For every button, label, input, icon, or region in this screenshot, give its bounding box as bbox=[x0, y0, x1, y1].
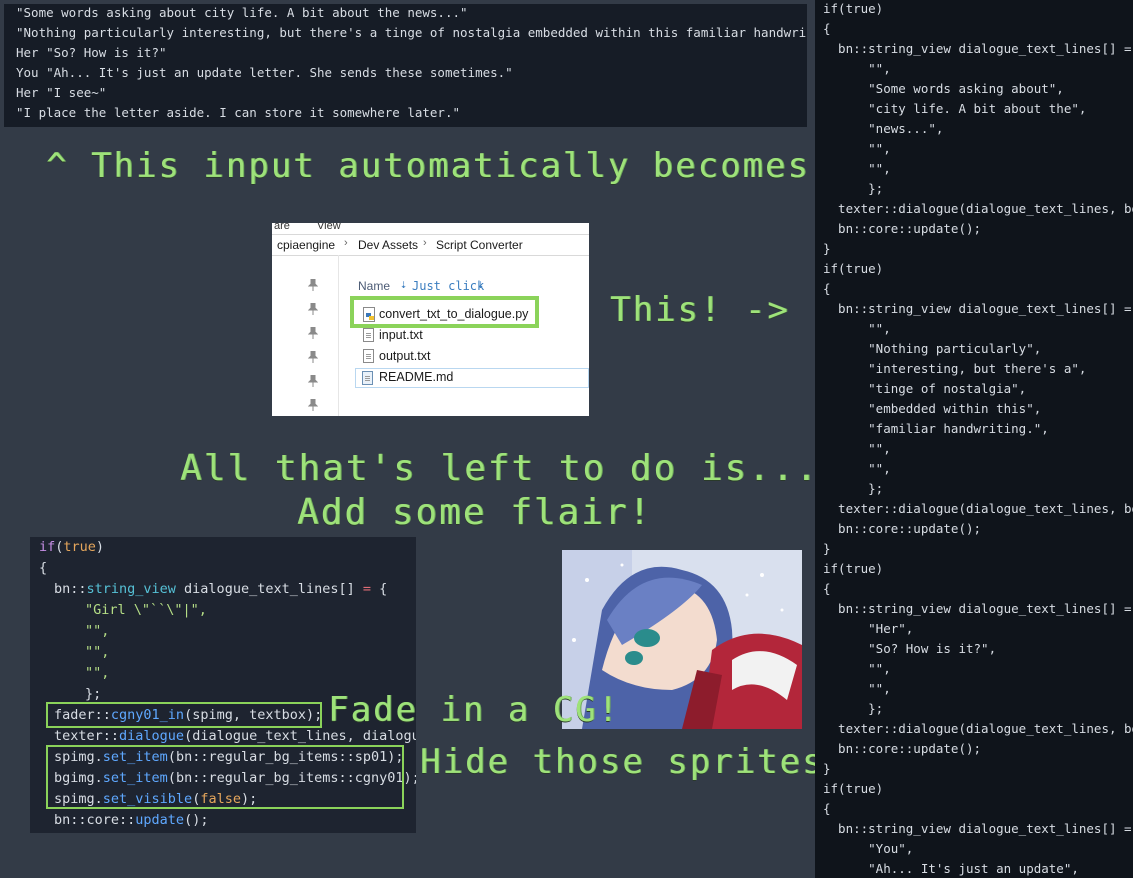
code-line: "", bbox=[85, 665, 110, 681]
generated-code-line: { bbox=[823, 281, 831, 296]
caption-all-thats-left: All that's left to do is... bbox=[180, 448, 820, 489]
generated-code-line: } bbox=[823, 241, 831, 256]
generated-code-line: bn::string_view dialogue_text_lines[] = … bbox=[823, 41, 1133, 56]
generated-code-line: texter::dialogue(dialogue_text_lines, bg… bbox=[823, 721, 1133, 736]
generated-code-line: "embedded within this", bbox=[823, 401, 1042, 416]
generated-code-line: "interesting, but there's a", bbox=[823, 361, 1087, 376]
generated-code-line: if(true) bbox=[823, 561, 884, 576]
column-header-name[interactable]: Name bbox=[358, 279, 390, 293]
generated-code-line: "You", bbox=[823, 841, 914, 856]
highlight-convert-script bbox=[350, 296, 539, 328]
generated-code-line: bn::string_view dialogue_text_lines[] = … bbox=[823, 601, 1133, 616]
generated-code-line: "news...", bbox=[823, 121, 944, 136]
chevron-right-icon: › bbox=[423, 237, 427, 249]
breadcrumb-script-converter[interactable]: Script Converter bbox=[436, 238, 523, 252]
file-name: input.txt bbox=[379, 328, 423, 342]
generated-code-line: texter::dialogue(dialogue_text_lines, bg… bbox=[823, 501, 1133, 516]
input-line: "Nothing particularly interesting, but t… bbox=[16, 25, 807, 40]
file-readme-md[interactable]: README.md bbox=[355, 368, 589, 388]
generated-code-line: "city life. A bit about the", bbox=[823, 101, 1087, 116]
generated-code-line: "Nothing particularly", bbox=[823, 341, 1042, 356]
generated-code-line: "", bbox=[823, 61, 891, 76]
generated-code-line: bn::core::update(); bbox=[823, 741, 982, 756]
generated-code-line: { bbox=[823, 21, 831, 36]
file-output-txt[interactable]: output.txt bbox=[361, 347, 589, 367]
generated-code-line: { bbox=[823, 581, 831, 596]
code-line: "", bbox=[85, 623, 110, 639]
generated-code-panel: if(true){ bn::string_view dialogue_text_… bbox=[815, 0, 1133, 878]
caption-fade-cg: Fade in a CG! bbox=[328, 690, 621, 730]
generated-code-line: if(true) bbox=[823, 1, 884, 16]
code-line: "", bbox=[85, 644, 110, 660]
pin-icon[interactable] bbox=[308, 279, 318, 291]
generated-code-line: "", bbox=[823, 441, 891, 456]
code-line: "Girl \"``\"|", bbox=[85, 602, 207, 618]
file-name: output.txt bbox=[379, 349, 431, 363]
input-line: You "Ah... It's just an update letter. S… bbox=[16, 65, 513, 80]
generated-code-line: "Her", bbox=[823, 621, 914, 636]
input-text-box: "Some words asking about city life. A bi… bbox=[4, 4, 807, 127]
caption-hide-sprites: Hide those sprites! bbox=[420, 742, 847, 782]
highlight-sprite-lines bbox=[46, 745, 404, 809]
generated-code-line: "Ah... It's just an update", bbox=[823, 861, 1079, 876]
generated-code-line: } bbox=[823, 761, 831, 776]
pin-icon[interactable] bbox=[308, 327, 318, 339]
generated-code-line: if(true) bbox=[823, 781, 884, 796]
navigation-pane bbox=[272, 255, 339, 416]
input-line: "Some words asking about city life. A bi… bbox=[16, 5, 468, 20]
pin-icon[interactable] bbox=[308, 399, 318, 411]
annotation-arrow-right: ⇣ bbox=[477, 277, 485, 291]
file-input-txt[interactable]: input.txt bbox=[361, 326, 589, 346]
file-name: README.md bbox=[379, 370, 454, 384]
caption-this-arrow: This! -> bbox=[610, 290, 790, 330]
generated-code-line: texter::dialogue(dialogue_text_lines, bg… bbox=[823, 201, 1133, 216]
generated-code-line: } bbox=[823, 541, 831, 556]
address-bar[interactable]: cpiaengine › Dev Assets › Script Convert… bbox=[272, 234, 589, 256]
menu-item-view[interactable]: View bbox=[317, 223, 341, 234]
generated-code-line: "", bbox=[823, 461, 891, 476]
menu-item-share[interactable]: are bbox=[274, 223, 290, 234]
generated-code-line: if(true) bbox=[823, 261, 884, 276]
generated-code-line: "", bbox=[823, 661, 891, 676]
annotation-just-click: Just click bbox=[412, 279, 485, 293]
generated-code-line: "", bbox=[823, 321, 891, 336]
generated-code-line: bn::core::update(); bbox=[823, 221, 982, 236]
code-line: { bbox=[39, 560, 48, 576]
generated-code-line: }; bbox=[823, 481, 884, 496]
generated-code-line: "", bbox=[823, 161, 891, 176]
pin-icon[interactable] bbox=[308, 351, 318, 363]
generated-code-line: { bbox=[823, 801, 831, 816]
generated-code-line: bn::string_view dialogue_text_lines[] = … bbox=[823, 821, 1133, 836]
pin-icon[interactable] bbox=[308, 303, 318, 315]
caption-becomes: ^ This input automatically becomes... bbox=[46, 146, 878, 186]
generated-code-line: "tinge of nostalgia", bbox=[823, 381, 1027, 396]
generated-code-line: }; bbox=[823, 701, 884, 716]
code-line: if(true) bbox=[39, 539, 105, 555]
pin-icon[interactable] bbox=[308, 375, 318, 387]
breadcrumb-cpiaengine[interactable]: cpiaengine bbox=[277, 238, 335, 252]
generated-code-line: bn::core::update(); bbox=[823, 521, 982, 536]
code-line: bn::string_view dialogue_text_lines[] = … bbox=[54, 581, 388, 597]
text-file-icon bbox=[363, 349, 374, 363]
breadcrumb-dev-assets[interactable]: Dev Assets bbox=[358, 238, 418, 252]
generated-code-line: "So? How is it?", bbox=[823, 641, 997, 656]
annotation-arrow-left: ⇣ bbox=[400, 277, 408, 291]
generated-code-line: "Some words asking about", bbox=[823, 81, 1064, 96]
generated-code-line: "", bbox=[823, 681, 891, 696]
caption-add-flair: Add some flair! bbox=[297, 492, 653, 533]
input-line: Her "I see~" bbox=[16, 85, 107, 100]
generated-code-line: "familiar handwriting.", bbox=[823, 421, 1049, 436]
markdown-file-icon bbox=[362, 371, 373, 385]
chevron-right-icon: › bbox=[344, 237, 348, 249]
generated-code-line: "", bbox=[823, 141, 891, 156]
input-line: Her "So? How is it?" bbox=[16, 45, 167, 60]
generated-code-line: }; bbox=[823, 181, 884, 196]
code-line-update: bn::core::update(); bbox=[54, 812, 209, 828]
generated-code-line: bn::string_view dialogue_text_lines[] = … bbox=[823, 301, 1133, 316]
highlight-fader-line bbox=[46, 702, 322, 728]
input-line: "I place the letter aside. I can store i… bbox=[16, 105, 461, 120]
text-file-icon bbox=[363, 328, 374, 342]
